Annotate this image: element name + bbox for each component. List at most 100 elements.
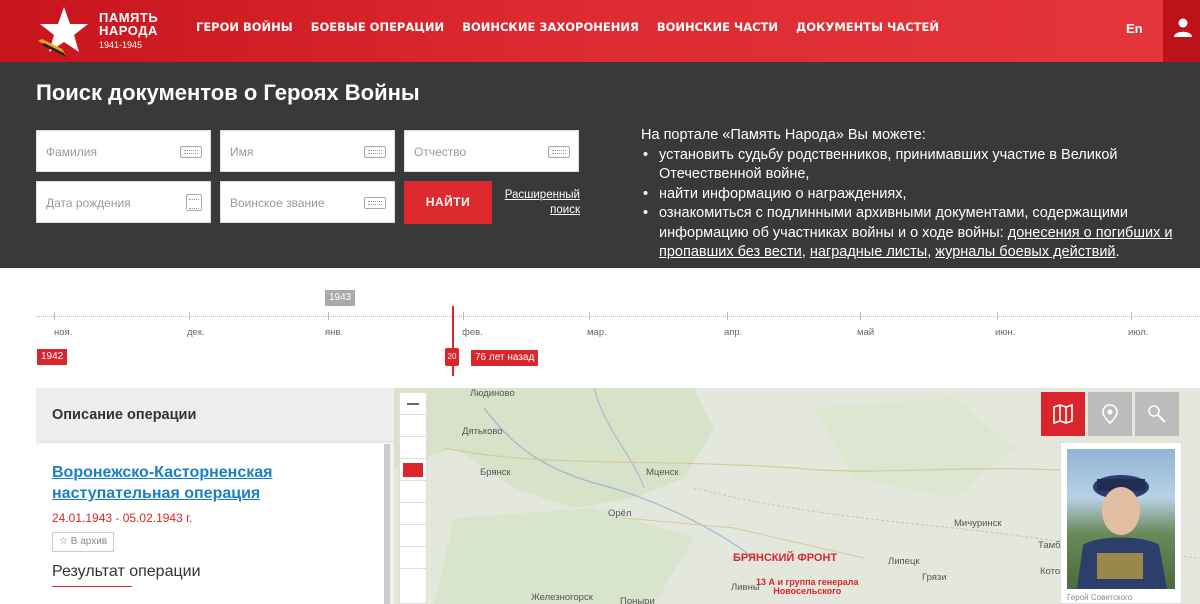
month-label: янв.: [325, 327, 344, 338]
name-placeholder: Имя: [230, 145, 254, 159]
month-label: апр.: [724, 327, 743, 338]
month-label: фев.: [462, 327, 483, 338]
month-label: май: [857, 327, 875, 338]
info-intro: На портале «Память Народа» Вы можете:: [641, 127, 926, 143]
nav-units[interactable]: ВОИНСКИЕ ЧАСТИ: [657, 20, 778, 34]
timeline-tick: [1131, 312, 1132, 320]
map-city-label: Липецк: [888, 556, 920, 567]
keyboard-icon[interactable]: [180, 146, 202, 158]
operation-panel-header: Описание операции: [36, 388, 394, 442]
surname-placeholder: Фамилия: [46, 145, 97, 159]
map-city-label: Мичуринск: [954, 518, 1002, 529]
zoom-step[interactable]: [400, 415, 426, 437]
operation-details: Воронежско-Касторненская наступательная …: [36, 444, 386, 604]
link-combat-journals[interactable]: журналы боевых действий: [935, 244, 1115, 260]
scrollbar[interactable]: [384, 444, 390, 604]
user-icon: [1174, 18, 1192, 37]
zoom-slider[interactable]: [399, 392, 427, 604]
nav-burials[interactable]: ВОИНСКИЕ ЗАХОРОНЕНИЯ: [462, 20, 639, 34]
zoom-handle[interactable]: [403, 463, 423, 477]
time-ago-badge: 76 лет назад: [471, 350, 539, 366]
info-list: установить судьбу родственников, принима…: [641, 146, 1191, 263]
pin-search-icon: [1148, 405, 1166, 423]
top-navigation-bar: ПАМЯТЬ НАРОДА 1941-1945 ГЕРОИ ВОЙНЫ БОЕВ…: [0, 0, 1200, 62]
zoom-step[interactable]: [400, 503, 426, 525]
logo-years: 1941-1945: [99, 40, 143, 50]
timeline-tick: [54, 312, 55, 320]
operation-panel: Описание операции Воронежско-Касторненск…: [36, 388, 394, 604]
birthdate-field[interactable]: Дата рождения: [36, 181, 211, 223]
timeline-tick: [328, 312, 329, 320]
timeline-tick: [860, 312, 861, 320]
archive-label: В архив: [70, 536, 108, 547]
timeline[interactable]: 1943 ноя. дек. янв. фев. мар. апр. май и…: [0, 268, 1200, 386]
map-city-label: Тамб: [1038, 540, 1061, 551]
archive-button[interactable]: ☆ В архив: [52, 532, 115, 552]
operation-dates: 24.01.1943 - 05.02.1943 г.: [52, 511, 193, 525]
map-city-label: Людиново: [470, 388, 515, 399]
month-label: июн.: [995, 327, 1016, 338]
zoom-step[interactable]: [400, 525, 426, 547]
veteran-photo-icon: [1077, 475, 1167, 589]
calendar-icon[interactable]: [186, 194, 202, 211]
map-city-label: Железногорск: [531, 592, 593, 603]
nav-heroes[interactable]: ГЕРОИ ВОЙНЫ: [196, 20, 293, 34]
portal-info: На портале «Память Народа» Вы можете: ус…: [641, 126, 1191, 263]
page-title: Поиск документов о Героях Войны: [36, 80, 420, 105]
front-label: БРЯНСКИЙ ФРОНТ: [733, 552, 838, 564]
timeline-tick: [589, 312, 590, 320]
info-end: .: [1115, 244, 1120, 260]
zoom-step[interactable]: [400, 437, 426, 459]
site-logo[interactable]: ПАМЯТЬ НАРОДА 1941-1945: [36, 5, 176, 57]
start-year-badge: 1942: [37, 349, 68, 365]
map-city-label: Орёл: [608, 508, 632, 519]
map-city-label: Мценск: [646, 467, 679, 478]
language-switch[interactable]: En: [1126, 21, 1143, 36]
month-label: мар.: [587, 327, 607, 338]
link-award-sheets[interactable]: наградные листы: [810, 244, 927, 260]
keyboard-icon[interactable]: [364, 146, 386, 158]
map-city-label: Дятьково: [462, 426, 503, 437]
find-button[interactable]: НАЙТИ: [404, 181, 492, 224]
location-pin-icon: [1102, 404, 1118, 425]
search-location-button[interactable]: [1135, 392, 1179, 436]
logo-text: ПАМЯТЬ НАРОДА 1941-1945: [99, 11, 158, 52]
nav-operations[interactable]: БОЕВЫЕ ОПЕРАЦИИ: [311, 20, 444, 34]
operation-result-heading: Результат операции: [52, 563, 201, 580]
map-icon: [1053, 403, 1073, 425]
surname-field[interactable]: Фамилия: [36, 130, 211, 172]
advanced-search-link[interactable]: Расширенный поиск: [500, 188, 580, 218]
timeline-tick: [189, 312, 190, 320]
hero-portrait-card[interactable]: Герой Советского: [1060, 442, 1182, 604]
army-label-line2: Новосельского: [773, 586, 842, 596]
logo-line2: НАРОДА: [99, 23, 158, 38]
info-item: установить судьбу родственников, принима…: [641, 146, 1191, 185]
user-button[interactable]: [1163, 0, 1200, 62]
zoom-step[interactable]: [400, 547, 426, 569]
advanced-search-line2: поиск: [550, 204, 580, 216]
keyboard-icon[interactable]: [364, 197, 386, 209]
map-layer-button[interactable]: [1041, 392, 1085, 436]
advanced-search-line1: Расширенный: [504, 189, 580, 201]
map-city-label: Брянск: [480, 467, 511, 478]
army-group-label: 13 А и группа генерала Новосельского: [756, 578, 858, 596]
timeline-tick: [463, 312, 464, 320]
keyboard-icon[interactable]: [548, 146, 570, 158]
zoom-out-button[interactable]: [400, 393, 426, 415]
main-nav: ГЕРОИ ВОЙНЫ БОЕВЫЕ ОПЕРАЦИИ ВОИНСКИЕ ЗАХ…: [196, 20, 957, 34]
year-badge: 1943: [325, 290, 356, 306]
location-button[interactable]: [1088, 392, 1132, 436]
nav-unit-documents[interactable]: ДОКУМЕНТЫ ЧАСТЕЙ: [796, 20, 939, 34]
rank-field[interactable]: Воинское звание: [220, 181, 395, 223]
patronymic-field[interactable]: Отчество: [404, 130, 579, 172]
month-label: ноя.: [54, 327, 73, 338]
info-item: найти информацию о награждениях,: [641, 185, 1191, 205]
operation-name-link[interactable]: Воронежско-Касторненская наступательная …: [52, 462, 372, 504]
timeline-cursor-handle[interactable]: 20: [445, 348, 459, 366]
separator: ,: [801, 244, 810, 260]
map-city-label: Поныри: [620, 596, 655, 604]
zoom-step[interactable]: [400, 481, 426, 503]
search-panel: Поиск документов о Героях Войны Фамилия …: [0, 62, 1200, 268]
map[interactable]: Людиново Дятьково Брянск Мценск Орёл Мич…: [394, 388, 1200, 604]
name-field[interactable]: Имя: [220, 130, 395, 172]
